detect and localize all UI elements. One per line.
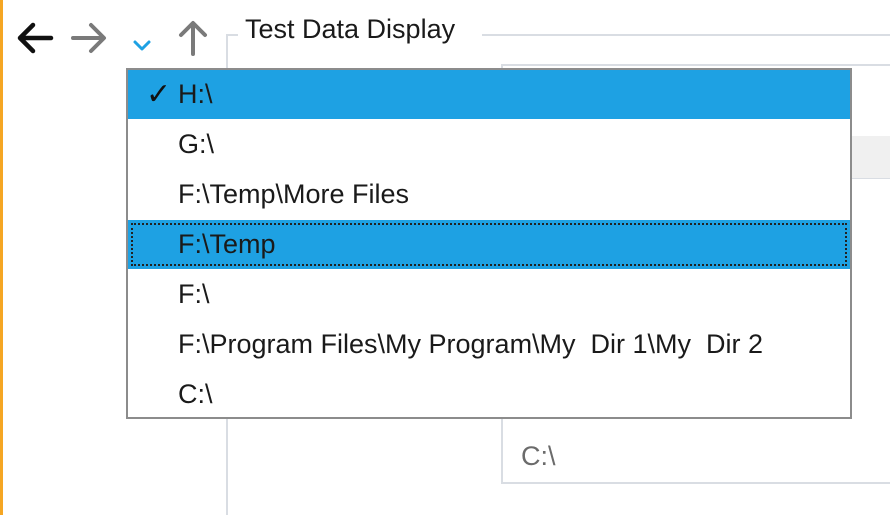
window-accent-border [0, 0, 3, 515]
dropdown-item[interactable]: F:\Program Files\My Program\My Dir 1\My … [128, 320, 850, 369]
dropdown-item-label: F:\ [178, 279, 210, 309]
dropdown-item-label: F:\Program Files\My Program\My Dir 1\My … [178, 329, 764, 359]
dropdown-item-label: F:\Temp\More Files [178, 179, 410, 209]
group-box-border [226, 34, 238, 36]
dropdown-item[interactable]: ✓ H:\ [128, 70, 850, 119]
arrow-up-icon [179, 21, 207, 56]
group-box-title: Test Data Display [245, 14, 456, 44]
dropdown-item[interactable]: F:\ [128, 270, 850, 319]
arrow-right-icon [71, 23, 106, 53]
checkmark-icon: ✓ [146, 78, 172, 111]
dropdown-item-label: H:\ [178, 79, 213, 109]
recent-locations-dropdown: ✓ H:\ G:\ F:\Temp\More Files F:\Temp F:\ F:\Pr… [126, 68, 852, 419]
dropdown-item[interactable]: F:\Temp [128, 220, 850, 269]
back-button[interactable] [13, 16, 57, 60]
list-item[interactable]: C:\ [521, 441, 556, 472]
dropdown-item[interactable]: C:\ [128, 370, 850, 419]
chevron-down-icon [133, 40, 151, 51]
group-box-border [482, 34, 890, 36]
forward-button[interactable] [67, 16, 111, 60]
arrow-left-icon [17, 22, 54, 54]
dropdown-item-label: G:\ [178, 129, 215, 159]
window: Test Data Display C:\ ✓ H:\ G:\ F:\Temp\Mor… [0, 0, 890, 515]
dropdown-item-label: C:\ [178, 379, 213, 409]
recent-locations-button[interactable] [120, 16, 164, 60]
up-button[interactable] [171, 16, 215, 60]
dropdown-item-label: F:\Temp [178, 229, 276, 259]
dropdown-item[interactable]: G:\ [128, 120, 850, 169]
dropdown-item[interactable]: F:\Temp\More Files [128, 170, 850, 219]
